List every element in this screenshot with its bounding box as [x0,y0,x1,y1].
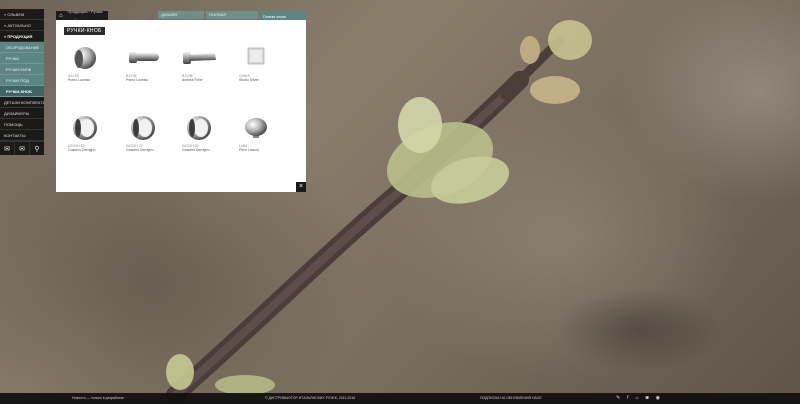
product-name: Andrea Forte [182,78,203,82]
product-image[interactable] [179,112,219,142]
product-name: Gustavo Derrigno [126,148,154,152]
sidebar-subitem[interactable]: РУЧКИ-ПОД [0,75,44,86]
product-card[interactable]: A1C55 Pomo Lucesio [60,42,110,92]
product-image[interactable] [65,42,105,72]
footer-subscribe[interactable]: ПОДПИСКА НА ОБНОВЛЕНИЯ НАСЕ [480,393,542,404]
product-panel: РУЧКИ-КНОБ A1C55 Pomo Lucesio B1V35 Pomo Lu… [56,20,306,192]
product-image[interactable] [123,42,163,72]
tab-full[interactable]: ПОЛНАЯ [206,11,258,19]
sidebar-item[interactable]: КОНТАКТЫ [0,130,44,141]
product-card[interactable]: D2G2H 60 Gustavo Derrigno [174,112,224,162]
sidebar: « ОЛЬВЕМ» АКТУАЛЬНО» ПРОДУКЦИЯ ОБОРУДОВАН… [0,9,44,155]
product-image[interactable] [65,112,105,142]
product-image[interactable] [123,112,163,142]
facebook-icon[interactable]: f [627,393,628,404]
product-name: Gustavo Derrigno [182,148,210,152]
sidebar-subitem[interactable]: РУЧКИ [0,53,44,64]
product-card[interactable]: D2G2H 70 Gustavo Derrigno [118,112,168,162]
sidebar-subitem[interactable]: РУЧКИ-КНОБ [0,64,44,75]
close-button[interactable]: × [296,182,306,192]
search-icon[interactable]: ⚲ [30,142,44,155]
share-icon[interactable]: ⌂ [636,393,639,404]
sidebar-icon-row: ✉ ✉ ⚲ [0,141,44,155]
sidebar-subitem[interactable]: ОБОРУДОВАНИЕ [0,42,44,53]
sidebar-item[interactable]: ДИЗАЙНЕРЫ [0,108,44,119]
product-card[interactable]: D2G2H 85 Gustavo Derrigno [60,112,110,162]
footer: Новости — только в разработке © ДИСТРИБЬ… [0,393,800,404]
mail-icon[interactable]: ✉ [0,142,15,155]
social-links: ✎ f ⌂ ◙ ◉ [616,393,660,404]
sidebar-item[interactable]: ДЕТАЛИ КОМПЛЕКТА [0,97,44,108]
tab-design[interactable]: ДИЗАЙН [158,11,204,19]
footer-copyright: © ДИСТРИБЬЮТОР ИТАЛЬЯНСКИХ РУЧЕК, 2011-2… [265,396,356,400]
sidebar-item[interactable]: » ПРОДУКЦИЯ [0,31,44,42]
sidebar-item[interactable]: ПОМОЩЬ [0,119,44,130]
rss-icon[interactable]: ◉ [656,393,660,404]
product-name: Studio Silver [239,78,259,82]
product-card[interactable]: CHKIA Studio Silver [231,42,281,92]
product-name: Pomo Lucesio [126,78,149,82]
camera-icon[interactable]: ◙ [646,393,649,404]
product-image[interactable] [236,112,276,142]
sidebar-subitem[interactable]: РУЧКИ-КНОБ [0,86,44,97]
feather-icon[interactable]: ✎ [616,393,620,404]
panel-title: РУЧКИ-КНОБ [64,27,105,35]
product-image[interactable] [179,42,219,72]
product-card[interactable]: B1V35 Andrea Forte [174,42,224,92]
message-icon[interactable]: ✉ [15,142,30,155]
breadcrumb: ⌂ Продукция › Ручки-кноб [56,9,108,23]
product-card[interactable]: B1V35 Pomo Lucesio [118,42,168,92]
sidebar-item[interactable]: » АКТУАЛЬНО [0,20,44,31]
product-name: Piero Lissoni [239,148,260,152]
product-image[interactable] [236,42,276,72]
product-name: Pomo Lucesio [68,78,91,82]
footer-news[interactable]: Новости — только в разработке [72,393,124,404]
product-card[interactable]: LH61 Piero Lissoni [231,112,281,162]
product-name: Gustavo Derrigno [68,148,96,152]
sidebar-item[interactable]: « ОЛЬВЕМ [0,9,44,20]
home-icon[interactable]: ⌂ [59,13,65,19]
